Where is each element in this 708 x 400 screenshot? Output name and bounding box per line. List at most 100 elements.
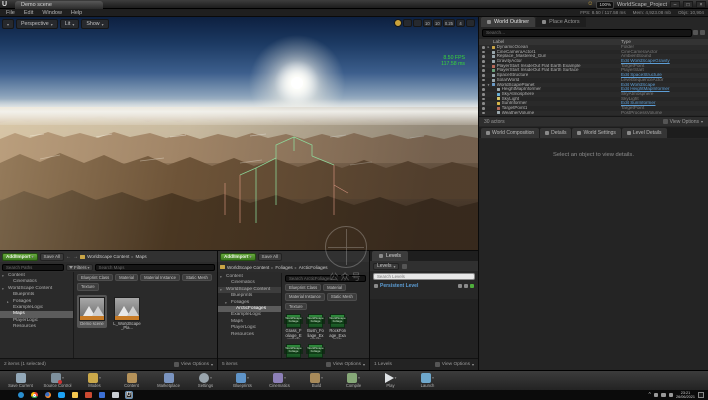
surface-snap-icon[interactable] (413, 19, 422, 27)
visibility-eye-icon[interactable] (482, 79, 485, 82)
breadcrumb-item[interactable]: Foliages (275, 265, 292, 270)
toolbar-source-control-button[interactable]: ▾Source Control (41, 372, 74, 388)
search-levels-input[interactable]: Search Levels (373, 273, 475, 280)
tree-arrow-icon[interactable]: ▾ (225, 300, 229, 306)
breadcrumb-item[interactable]: WorldScape Content (227, 265, 269, 270)
view-options-button[interactable]: View Options ▾ (174, 362, 213, 367)
chevron-down-icon[interactable]: ▾ (99, 376, 101, 380)
level-viewport[interactable]: 8.50 FPS 117.58 ms ▾ Perspective ▾ Lit ▾… (0, 17, 478, 250)
tree-item-resources[interactable]: Resources (0, 324, 73, 330)
chevron-down-icon[interactable]: ▾ (321, 376, 323, 380)
filter-chip-material[interactable]: Material (115, 274, 138, 281)
asset-tile[interactable]: Demo scene (77, 295, 107, 329)
menu-edit[interactable]: Edit (24, 10, 33, 16)
camera-settings-icon[interactable] (394, 19, 402, 27)
rotation-snap-icon[interactable]: 10 (433, 19, 442, 27)
file-explorer-icon[interactable] (72, 392, 79, 399)
visibility-eye-icon[interactable] (482, 55, 485, 58)
minimize-button[interactable]: – (670, 1, 680, 8)
outliner-row[interactable]: WeatherVolumePostProcessVolume (479, 111, 708, 116)
level-tab[interactable]: Demo scene (15, 1, 103, 9)
photos-icon[interactable] (99, 392, 106, 399)
grid-snap-icon[interactable]: 10 (423, 19, 432, 27)
column-label[interactable]: Label (493, 39, 504, 44)
toolbar-marketplace-button[interactable]: Marketplace (152, 372, 185, 388)
level-row[interactable]: Persistent Level (370, 282, 478, 290)
tab-world-outliner[interactable]: World Outliner (481, 17, 535, 27)
tab-details[interactable]: Details (540, 128, 571, 138)
toolbar-cinematics-button[interactable]: ▾Cinematics (263, 372, 296, 388)
unreal-icon[interactable]: U (126, 392, 133, 399)
outliner-search-input[interactable]: Search... (482, 29, 692, 37)
toolbar-launch-button[interactable]: ▾Launch (411, 372, 444, 388)
visibility-eye-icon[interactable] (482, 60, 485, 63)
menu-file[interactable]: File (6, 10, 15, 16)
toolbar-blueprints-button[interactable]: ▾Blueprints (226, 372, 259, 388)
toolbar-compile-button[interactable]: ▾Compile (337, 372, 370, 388)
microphone-icon[interactable] (654, 393, 658, 397)
save-all-button[interactable]: Save All (258, 253, 283, 261)
visibility-eye-icon[interactable] (482, 102, 485, 105)
asset-tile[interactable]: WorldScape FoliageTreeFoliage_Chen_Examp… (285, 344, 302, 358)
settings-gear-icon[interactable] (700, 30, 705, 35)
visibility-eye-icon[interactable] (482, 107, 485, 110)
start-button[interactable] (4, 392, 11, 399)
back-arrow-icon[interactable]: ← (66, 254, 71, 260)
world-icon[interactable] (402, 264, 407, 269)
breadcrumb-item[interactable]: ArcticFoliages (299, 265, 328, 270)
network-icon[interactable] (661, 393, 665, 397)
outliner-view-options[interactable]: View Options ▾ (663, 119, 703, 125)
taskbar-clock[interactable]: 23:21 26/06/2021 (676, 391, 695, 399)
levels-tab[interactable]: Levels (372, 251, 408, 261)
paint-icon[interactable] (112, 392, 119, 399)
visibility-eye-icon[interactable] (482, 98, 485, 101)
visibility-eye-icon[interactable] (482, 51, 485, 54)
visibility-eye-icon[interactable] (482, 69, 485, 72)
toolbar-save-current-button[interactable]: Save Current (4, 372, 37, 388)
add-import-button[interactable]: Add/Import▾ (2, 253, 38, 261)
column-type[interactable]: Type (621, 39, 631, 44)
toolbar-modes-button[interactable]: ▾Modes (78, 372, 111, 388)
toolbar-settings-button[interactable]: ▾Settings (189, 372, 222, 388)
breadcrumb[interactable]: WorldScape Content▸Maps (87, 254, 147, 259)
twitter-icon[interactable] (58, 392, 65, 399)
visibility-eye-icon[interactable] (482, 74, 485, 77)
viewport-options-button[interactable]: ▾ (2, 19, 14, 29)
filter-chip-material-instance[interactable]: Material Instance (140, 274, 180, 281)
tab-world-settings[interactable]: World Settings (572, 128, 620, 138)
chevron-down-icon[interactable]: ▾ (210, 376, 212, 380)
toolbar-build-button[interactable]: ▾Build (300, 372, 333, 388)
filters-button[interactable]: Filters ▾ (66, 264, 93, 271)
forward-arrow-icon[interactable]: → (73, 254, 78, 260)
breadcrumb-item[interactable]: WorldScape Content (87, 254, 129, 259)
filter-chip-texture[interactable]: Texture (285, 303, 307, 310)
view-options-button[interactable]: View Options ▾ (435, 362, 474, 367)
chevron-down-icon[interactable]: ▾ (432, 376, 434, 380)
edge-icon[interactable] (18, 392, 25, 399)
chevron-down-icon[interactable]: ▾ (358, 376, 360, 380)
filter-chip-static-mesh[interactable]: Static Mesh (182, 274, 212, 281)
asset-tile[interactable]: L_WorldScape_Pla... (112, 295, 142, 333)
breadcrumb-item[interactable]: Maps (135, 254, 146, 259)
asset-tile[interactable]: WorldScape FoliageBush_Foliage_Example (307, 314, 324, 339)
restore-button[interactable]: □ (683, 1, 693, 8)
tab-place-actors[interactable]: Place Actors (536, 17, 586, 27)
gizmo-space-icon[interactable] (403, 19, 412, 27)
tree-arrow-icon[interactable]: ▸ (7, 299, 11, 305)
visibility-eye-icon[interactable] (482, 112, 485, 115)
levels-dropdown[interactable]: Levels ▾ (373, 263, 399, 270)
view-mode-button[interactable]: Lit ▾ (60, 19, 80, 29)
volume-icon[interactable] (669, 393, 673, 397)
asset-tile[interactable]: WorldScape FoliageRockFoliage_Example (329, 314, 346, 339)
chevron-down-icon[interactable]: ▾ (62, 376, 64, 380)
visibility-eye-icon[interactable] (482, 84, 485, 87)
visibility-eye-icon[interactable] (458, 284, 462, 288)
search-assets-input[interactable]: Search Maps (95, 264, 215, 271)
maximize-viewport-icon[interactable] (466, 19, 475, 27)
search-assets-input[interactable]: Search ArcticFoliages (285, 275, 366, 282)
tab-world-composition[interactable]: World Composition (481, 128, 539, 138)
scale-snap-icon[interactable]: 0.25 (443, 19, 455, 27)
filter-chip-blueprint-class[interactable]: Blueprint Class (77, 274, 113, 281)
camera-speed-icon[interactable]: 4 (456, 19, 465, 27)
filter-icon[interactable] (693, 30, 698, 35)
